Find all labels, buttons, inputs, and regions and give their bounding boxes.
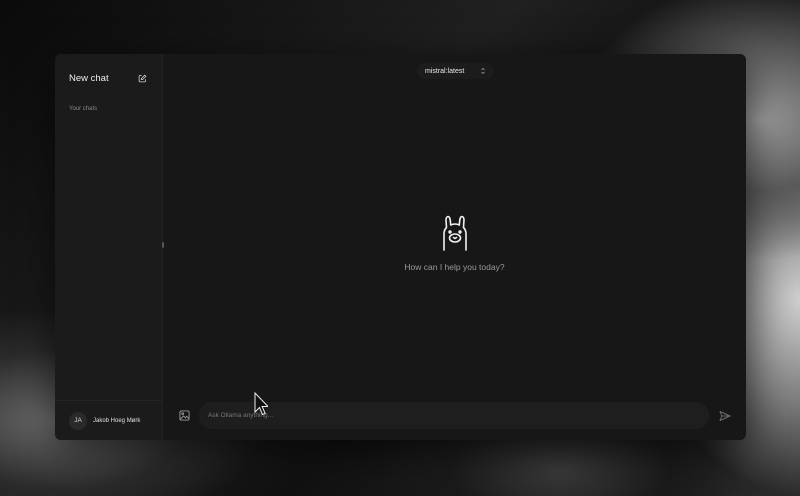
llama-icon: [442, 215, 467, 251]
new-chat-title: New chat: [69, 73, 109, 84]
edit-icon: [138, 74, 146, 83]
avatar: JA: [69, 411, 87, 430]
chat-main: mistral:latest How can I help you today?: [163, 54, 746, 440]
user-profile[interactable]: JA Jakob Hoeg Mørk: [55, 400, 162, 440]
sidebar-header: New chat: [55, 54, 162, 90]
app-window: New chat Your chats JA Jakob Hoeg Mørk m…: [55, 54, 746, 440]
send-button[interactable]: [718, 409, 732, 423]
send-icon: [719, 410, 731, 421]
user-name: Jakob Hoeg Mørk: [93, 417, 141, 424]
model-selector[interactable]: mistral:latest: [417, 63, 495, 79]
model-name: mistral:latest: [425, 67, 465, 75]
attach-image-button[interactable]: [178, 410, 190, 422]
chevron-updown-icon: [481, 67, 486, 75]
image-icon: [178, 410, 190, 421]
your-chats-label: Your chats: [69, 106, 98, 112]
welcome-area: How can I help you today?: [163, 214, 746, 272]
new-chat-button[interactable]: [136, 73, 148, 85]
composer: [173, 402, 736, 429]
sidebar: New chat Your chats JA Jakob Hoeg Mørk: [55, 54, 164, 440]
help-prompt-text: How can I help you today?: [404, 262, 505, 272]
prompt-input[interactable]: [199, 402, 709, 429]
